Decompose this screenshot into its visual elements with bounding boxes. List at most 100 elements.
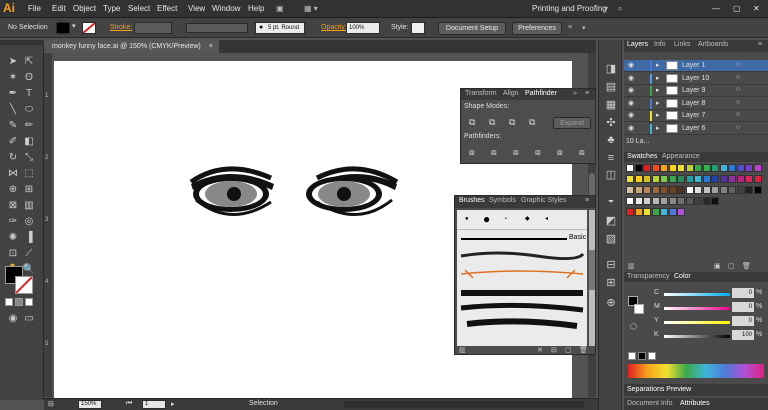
tab-graphic-styles[interactable]: Graphic Styles bbox=[521, 197, 567, 204]
trim-icon[interactable]: ⧈ bbox=[491, 147, 497, 158]
symbols-icon[interactable]: ♣ bbox=[603, 134, 619, 148]
swatch[interactable] bbox=[651, 197, 660, 205]
artboard-number-field[interactable]: 1 bbox=[142, 400, 166, 409]
channel-value-field[interactable]: 0 bbox=[732, 302, 754, 312]
zoom-tool-icon[interactable]: 🔍 bbox=[22, 263, 36, 277]
swatch[interactable] bbox=[626, 164, 634, 172]
swatch[interactable] bbox=[728, 175, 736, 183]
appearance-icon[interactable]: ◩ bbox=[603, 214, 619, 228]
swatch[interactable] bbox=[685, 197, 694, 205]
brush-dot-tiny[interactable]: • bbox=[505, 216, 507, 222]
preferences-button[interactable]: Preferences bbox=[512, 22, 562, 35]
swatch[interactable] bbox=[711, 186, 719, 194]
swatch[interactable] bbox=[660, 197, 668, 205]
unite-icon[interactable]: ⧉ bbox=[469, 117, 475, 128]
brush-strokes-preview[interactable] bbox=[457, 244, 587, 344]
swatch[interactable] bbox=[719, 175, 728, 183]
minus-front-icon[interactable]: ⧉ bbox=[489, 117, 495, 128]
swatch[interactable] bbox=[702, 186, 711, 194]
channel-value-field[interactable]: 0 bbox=[732, 316, 754, 326]
stroke-icon[interactable]: ≡ bbox=[603, 152, 619, 166]
brush-libraries-icon[interactable]: ▥ bbox=[459, 346, 466, 354]
chevron-down-icon[interactable]: ▾ bbox=[72, 22, 76, 30]
minimize-button[interactable]: — bbox=[712, 4, 720, 13]
swatches-icon[interactable]: ▦ bbox=[603, 98, 619, 112]
swatch[interactable] bbox=[668, 197, 677, 205]
collapse-icon[interactable]: » bbox=[573, 90, 577, 97]
swatch[interactable] bbox=[694, 186, 702, 194]
layer-row[interactable]: ◉ ▸ Layer 7 ○ bbox=[624, 110, 768, 122]
options-icon[interactable]: ⊟ bbox=[551, 346, 557, 354]
menu-window[interactable]: Window bbox=[212, 4, 240, 13]
menu-effect[interactable]: Effect bbox=[157, 4, 177, 13]
tab-swatches[interactable]: Swatches bbox=[627, 153, 657, 160]
swatch[interactable] bbox=[694, 164, 702, 172]
divide-icon[interactable]: ⧈ bbox=[469, 147, 475, 158]
swatch[interactable] bbox=[677, 186, 685, 194]
color-guide-icon[interactable]: ▤ bbox=[603, 80, 619, 94]
gradient-tool-icon[interactable]: ▥ bbox=[22, 199, 36, 213]
brush-scrollbar[interactable] bbox=[589, 210, 595, 346]
swatch[interactable] bbox=[677, 208, 685, 216]
search-icon[interactable]: ⌕ bbox=[618, 4, 622, 14]
stroke-label[interactable]: Stroke: bbox=[110, 24, 132, 31]
tab-color[interactable]: Color bbox=[674, 273, 691, 280]
eye-icon[interactable]: ◉ bbox=[628, 124, 634, 132]
style-swatch[interactable] bbox=[411, 22, 425, 34]
swatch[interactable] bbox=[736, 175, 745, 183]
new-color-group-icon[interactable]: ▣ bbox=[714, 262, 721, 270]
swatch[interactable] bbox=[736, 186, 745, 194]
swatch[interactable] bbox=[668, 208, 677, 216]
menu-file[interactable]: File bbox=[28, 4, 41, 13]
new-swatch-icon[interactable]: ▢ bbox=[728, 262, 735, 270]
slice-tool-icon[interactable]: ⟋ bbox=[22, 247, 36, 261]
graphic-styles-icon[interactable]: ▧ bbox=[603, 232, 619, 246]
swatch[interactable] bbox=[753, 175, 762, 183]
document-setup-button[interactable]: Document Setup bbox=[438, 22, 506, 35]
panel-menu-icon[interactable]: ≡ bbox=[585, 90, 589, 97]
target-icon[interactable]: ○ bbox=[736, 61, 740, 68]
swatch[interactable] bbox=[694, 197, 702, 205]
swatch[interactable] bbox=[677, 175, 685, 183]
swatch[interactable] bbox=[711, 175, 719, 183]
stroke-color-box[interactable] bbox=[634, 304, 644, 314]
tab-appearance[interactable]: Appearance bbox=[662, 153, 700, 160]
crop-icon[interactable]: ⧈ bbox=[535, 147, 541, 158]
channel-value-field[interactable]: 100 bbox=[732, 330, 754, 340]
swatch[interactable] bbox=[728, 164, 736, 172]
lasso-tool-icon[interactable]: ʘ bbox=[22, 71, 36, 85]
tab-brushes[interactable]: Brushes bbox=[459, 197, 485, 204]
channel-slider[interactable] bbox=[664, 293, 730, 296]
swatch[interactable] bbox=[702, 175, 711, 183]
swatch[interactable] bbox=[685, 175, 694, 183]
swatch[interactable] bbox=[634, 175, 643, 183]
draw-mode-icon[interactable]: ◉ bbox=[6, 312, 20, 326]
none-mode-icon[interactable] bbox=[25, 298, 33, 306]
channel-slider[interactable] bbox=[664, 335, 730, 338]
swatch[interactable] bbox=[660, 164, 668, 172]
swatch[interactable] bbox=[668, 164, 677, 172]
menu-select[interactable]: Select bbox=[128, 4, 150, 13]
delete-swatch-icon[interactable]: 🗑 bbox=[742, 262, 751, 270]
paintbrush-tool-icon[interactable]: ✎ bbox=[6, 119, 20, 133]
layer-row[interactable]: ◉ ▸ Layer 8 ○ bbox=[624, 98, 768, 110]
stroke-swatch[interactable] bbox=[82, 22, 96, 34]
swatch[interactable] bbox=[677, 197, 685, 205]
brush-calligraphic-2[interactable]: ◂ bbox=[545, 215, 548, 222]
swatch[interactable] bbox=[660, 208, 668, 216]
transform-icon[interactable]: ⊕ bbox=[603, 296, 619, 310]
artboard-nav-icon[interactable]: ⊟ bbox=[48, 400, 54, 408]
swatch[interactable] bbox=[745, 175, 753, 183]
swatch[interactable] bbox=[634, 208, 643, 216]
menu-help[interactable]: Help bbox=[248, 4, 264, 13]
color-spectrum[interactable] bbox=[628, 364, 764, 378]
eraser-tool-icon[interactable]: ◧ bbox=[22, 135, 36, 149]
swatch[interactable] bbox=[702, 197, 711, 205]
tab-separations-preview[interactable]: Separations Preview bbox=[627, 386, 691, 393]
basic-brush-stroke[interactable] bbox=[461, 238, 567, 240]
swatch[interactable] bbox=[643, 164, 651, 172]
color-panel-icon[interactable]: ◨ bbox=[603, 62, 619, 76]
mesh-tool-icon[interactable]: ⊠ bbox=[6, 199, 20, 213]
none-swatch[interactable] bbox=[628, 352, 636, 360]
close-tab-icon[interactable]: × bbox=[209, 43, 213, 50]
